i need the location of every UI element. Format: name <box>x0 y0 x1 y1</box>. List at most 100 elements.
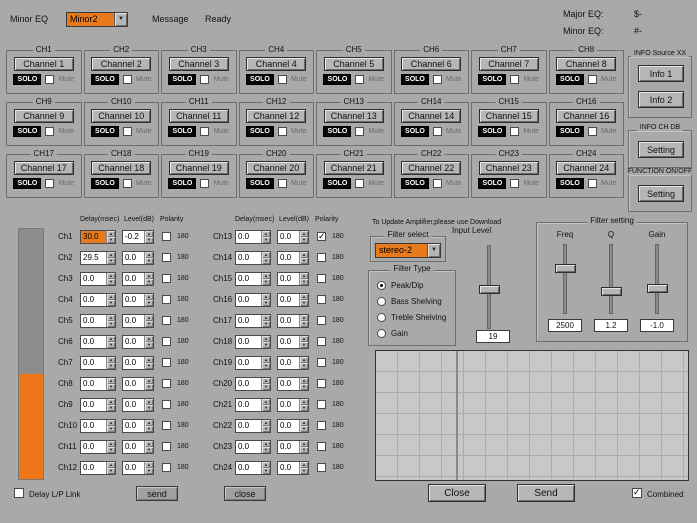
mute-checkbox[interactable] <box>510 127 519 136</box>
level-spinner[interactable]: 0.0 ▲▼ <box>122 293 154 307</box>
solo-button[interactable]: SOLO <box>246 126 274 137</box>
solo-button[interactable]: SOLO <box>556 74 584 85</box>
spin-down-icon[interactable]: ▼ <box>262 300 270 306</box>
delay-spinner[interactable]: 0.0 ▲▼ <box>235 419 271 433</box>
channel-button[interactable]: Channel 17 <box>14 161 74 175</box>
solo-button[interactable]: SOLO <box>323 126 351 137</box>
info2-button[interactable]: Info 2 <box>638 91 684 108</box>
spin-down-icon[interactable]: ▼ <box>107 279 115 285</box>
channel-button[interactable]: Channel 11 <box>169 109 229 123</box>
function-setting-button[interactable]: Setting <box>638 185 684 202</box>
channel-button[interactable]: Channel 16 <box>556 109 616 123</box>
level-spinner[interactable]: 0.0 ▲▼ <box>122 335 154 349</box>
spin-down-icon[interactable]: ▼ <box>107 300 115 306</box>
combined-checkbox[interactable] <box>632 488 642 498</box>
solo-button[interactable]: SOLO <box>91 126 119 137</box>
level-spinner[interactable]: 0.0 ▲▼ <box>277 272 309 286</box>
channel-button[interactable]: Channel 12 <box>246 109 306 123</box>
spin-down-icon[interactable]: ▼ <box>145 258 153 264</box>
delay-spinner[interactable]: 0.0 ▲▼ <box>80 356 116 370</box>
filter-type-option[interactable]: Gain <box>377 325 446 341</box>
channel-button[interactable]: Channel 19 <box>169 161 229 175</box>
solo-button[interactable]: SOLO <box>91 74 119 85</box>
spin-down-icon[interactable]: ▼ <box>300 279 308 285</box>
solo-button[interactable]: SOLO <box>401 126 429 137</box>
spin-down-icon[interactable]: ▼ <box>300 342 308 348</box>
channel-button[interactable]: Channel 1 <box>14 57 74 71</box>
delay-spinner[interactable]: 0.0 ▲▼ <box>80 440 116 454</box>
mute-checkbox[interactable] <box>45 75 54 84</box>
spin-down-icon[interactable]: ▼ <box>262 468 270 474</box>
polarity-checkbox[interactable] <box>317 337 326 346</box>
channel-button[interactable]: Channel 9 <box>14 109 74 123</box>
spin-down-icon[interactable]: ▼ <box>262 279 270 285</box>
mute-checkbox[interactable] <box>588 127 597 136</box>
filter-select[interactable]: stereo-2 ▼ <box>375 243 441 258</box>
solo-button[interactable]: SOLO <box>13 74 41 85</box>
filter-type-option[interactable]: Bass Shelving <box>377 293 446 309</box>
channel-button[interactable]: Channel 4 <box>246 57 306 71</box>
spin-down-icon[interactable]: ▼ <box>145 447 153 453</box>
channel-button[interactable]: Channel 10 <box>91 109 151 123</box>
solo-button[interactable]: SOLO <box>91 178 119 189</box>
level-spinner[interactable]: 0.0 ▲▼ <box>122 314 154 328</box>
level-spinner[interactable]: 0.0 ▲▼ <box>277 398 309 412</box>
spin-down-icon[interactable]: ▼ <box>300 405 308 411</box>
mute-checkbox[interactable] <box>278 179 287 188</box>
polarity-checkbox[interactable] <box>317 400 326 409</box>
channel-button[interactable]: Channel 3 <box>169 57 229 71</box>
polarity-checkbox[interactable] <box>162 295 171 304</box>
polarity-checkbox[interactable] <box>162 379 171 388</box>
level-spinner[interactable]: 0.0 ▲▼ <box>122 272 154 286</box>
spin-down-icon[interactable]: ▼ <box>107 426 115 432</box>
polarity-checkbox[interactable] <box>317 253 326 262</box>
mute-checkbox[interactable] <box>123 75 132 84</box>
solo-button[interactable]: SOLO <box>246 74 274 85</box>
level-spinner[interactable]: 0.0 ▲▼ <box>122 251 154 265</box>
polarity-checkbox[interactable] <box>162 358 171 367</box>
spin-down-icon[interactable]: ▼ <box>262 384 270 390</box>
spin-down-icon[interactable]: ▼ <box>145 405 153 411</box>
channel-button[interactable]: Channel 2 <box>91 57 151 71</box>
spin-down-icon[interactable]: ▼ <box>262 258 270 264</box>
delay-spinner[interactable]: 0.0 ▲▼ <box>80 293 116 307</box>
channel-button[interactable]: Channel 20 <box>246 161 306 175</box>
solo-button[interactable]: SOLO <box>13 126 41 137</box>
spin-down-icon[interactable]: ▼ <box>300 468 308 474</box>
spin-down-icon[interactable]: ▼ <box>145 342 153 348</box>
solo-button[interactable]: SOLO <box>556 178 584 189</box>
channel-button[interactable]: Channel 22 <box>401 161 461 175</box>
level-spinner[interactable]: 0.0 ▲▼ <box>122 440 154 454</box>
level-spinner[interactable]: -0.2 ▲▼ <box>122 230 154 244</box>
slider-thumb[interactable] <box>555 264 576 273</box>
channel-button[interactable]: Channel 5 <box>324 57 384 71</box>
solo-button[interactable]: SOLO <box>13 178 41 189</box>
spin-down-icon[interactable]: ▼ <box>107 342 115 348</box>
delay-spinner[interactable]: 0.0 ▲▼ <box>235 356 271 370</box>
channel-button[interactable]: Channel 8 <box>556 57 616 71</box>
spin-down-icon[interactable]: ▼ <box>300 237 308 243</box>
spin-down-icon[interactable]: ▼ <box>145 426 153 432</box>
close-small-button[interactable]: close <box>224 486 266 501</box>
polarity-checkbox[interactable] <box>317 295 326 304</box>
spin-down-icon[interactable]: ▼ <box>145 363 153 369</box>
mute-checkbox[interactable] <box>433 179 442 188</box>
solo-button[interactable]: SOLO <box>323 178 351 189</box>
mute-checkbox[interactable] <box>588 75 597 84</box>
mute-checkbox[interactable] <box>200 75 209 84</box>
polarity-checkbox[interactable] <box>317 232 326 241</box>
level-spinner[interactable]: 0.0 ▲▼ <box>277 335 309 349</box>
spin-down-icon[interactable]: ▼ <box>300 258 308 264</box>
delay-spinner[interactable]: 0.0 ▲▼ <box>235 272 271 286</box>
delay-spinner[interactable]: 0.0 ▲▼ <box>235 230 271 244</box>
mute-checkbox[interactable] <box>123 127 132 136</box>
spin-down-icon[interactable]: ▼ <box>300 447 308 453</box>
polarity-checkbox[interactable] <box>162 316 171 325</box>
spin-down-icon[interactable]: ▼ <box>262 447 270 453</box>
mute-checkbox[interactable] <box>355 75 364 84</box>
spin-down-icon[interactable]: ▼ <box>107 447 115 453</box>
polarity-checkbox[interactable] <box>162 337 171 346</box>
delay-spinner[interactable]: 30.0 ▲▼ <box>80 230 116 244</box>
channel-button[interactable]: Channel 13 <box>324 109 384 123</box>
channel-button[interactable]: Channel 7 <box>479 57 539 71</box>
